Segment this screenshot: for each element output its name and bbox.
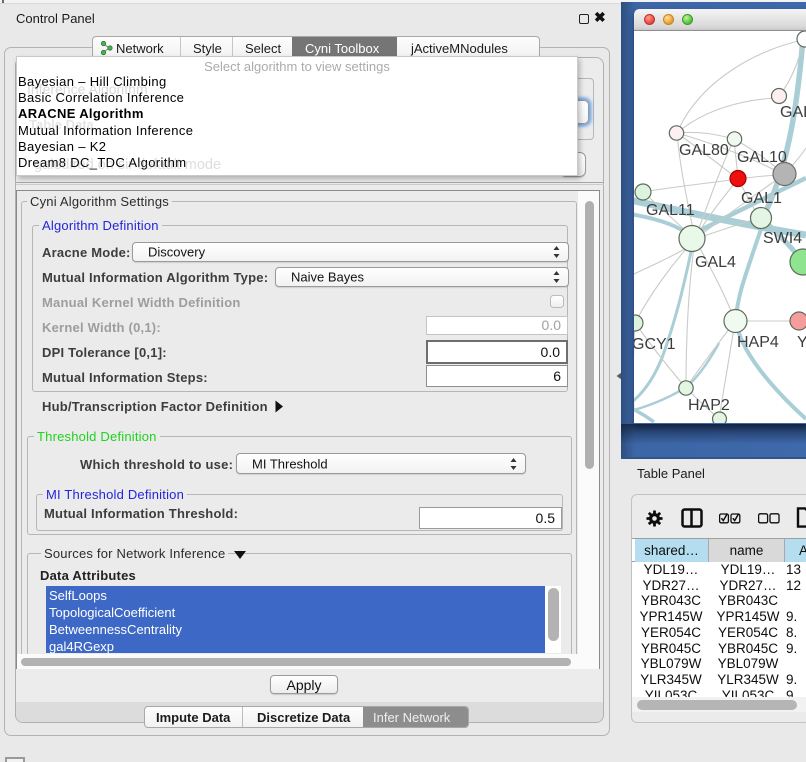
svg-text:SWI4: SWI4 xyxy=(763,230,802,247)
svg-text:GAL10: GAL10 xyxy=(737,149,787,166)
svg-text:GAL80: GAL80 xyxy=(679,142,729,159)
svg-text:HAP2: HAP2 xyxy=(688,397,730,414)
svg-text:GAL4: GAL4 xyxy=(695,254,736,271)
svg-text:GCY1: GCY1 xyxy=(634,336,676,353)
svg-text:GAL11: GAL11 xyxy=(646,202,695,219)
svg-text:GAL7: GAL7 xyxy=(780,104,806,121)
svg-text:Y: Y xyxy=(797,334,806,351)
svg-text:GAL1: GAL1 xyxy=(741,190,782,207)
svg-text:HAP4: HAP4 xyxy=(737,334,779,351)
